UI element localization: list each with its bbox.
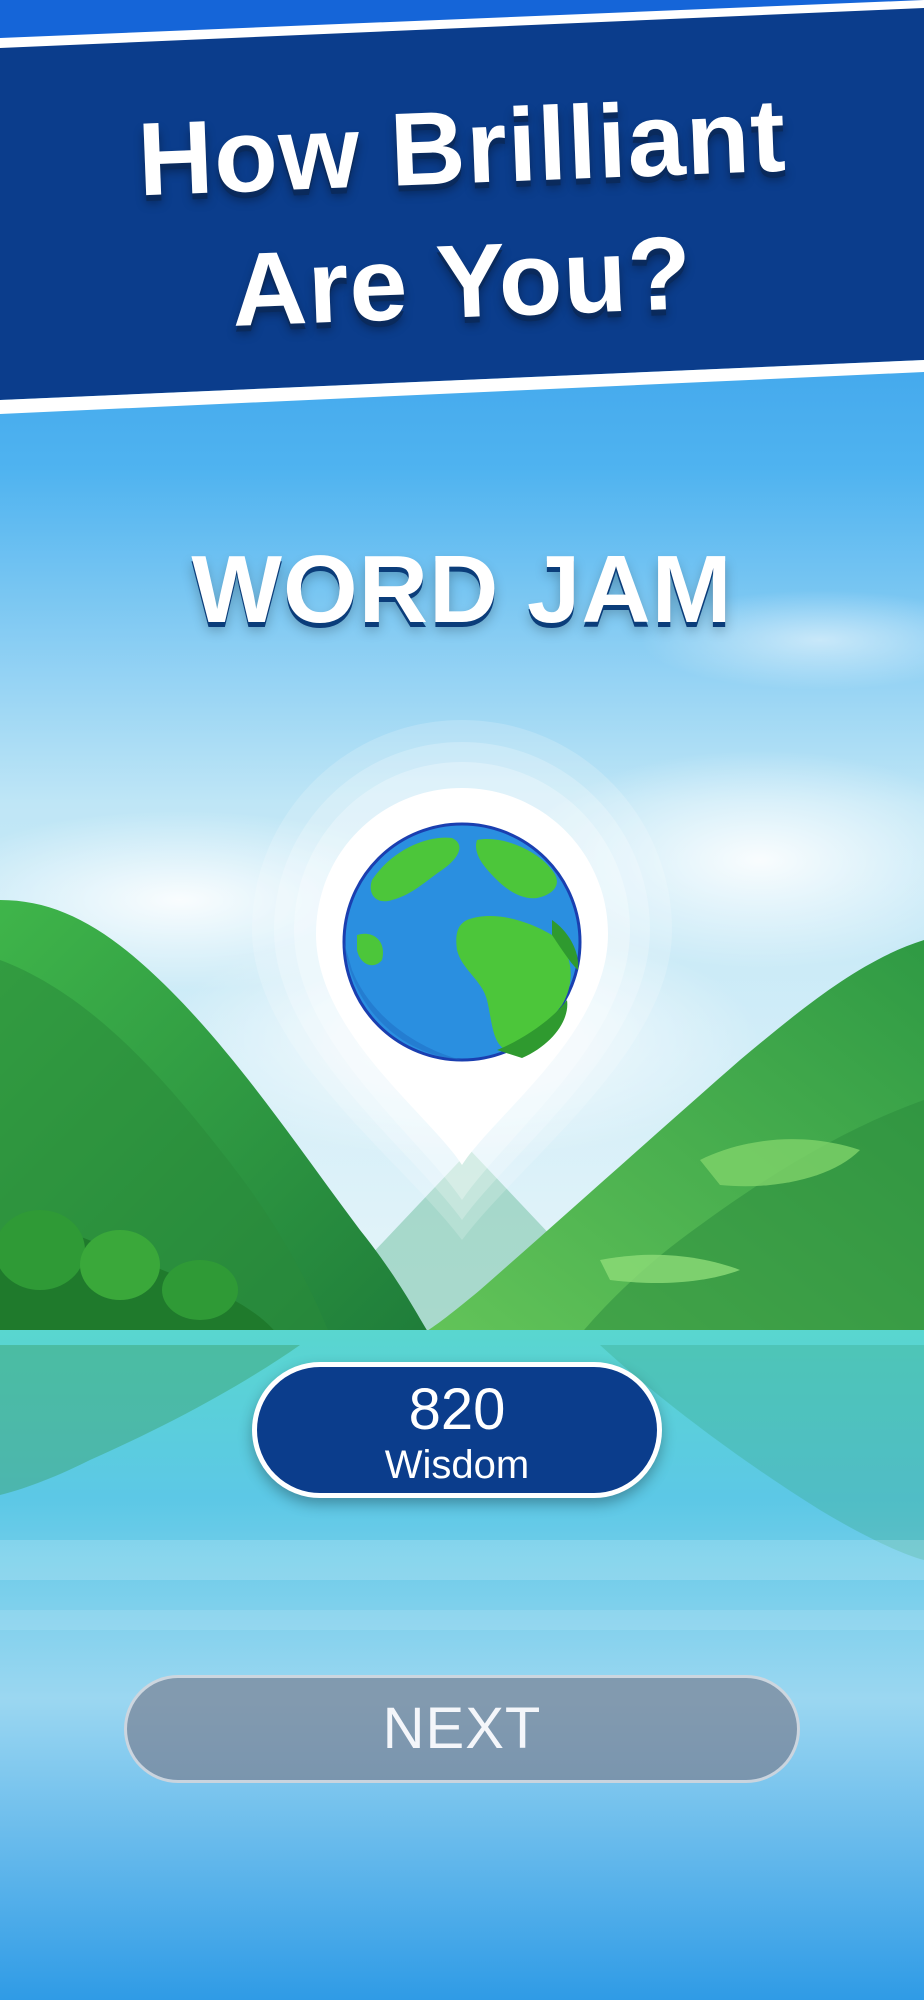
banner-ribbon [0, 0, 924, 414]
level-pin [252, 720, 672, 1260]
headline-banner: How Brilliant Are You? [0, 0, 924, 430]
wisdom-score-badge: 820 Wisdom [252, 1362, 662, 1498]
wisdom-score-value: 820 [408, 1377, 506, 1442]
game-title: WORD JAM [191, 536, 733, 643]
next-button[interactable]: NEXT [124, 1675, 800, 1783]
wisdom-score-label: Wisdom [384, 1443, 530, 1487]
globe-icon [342, 822, 582, 1062]
